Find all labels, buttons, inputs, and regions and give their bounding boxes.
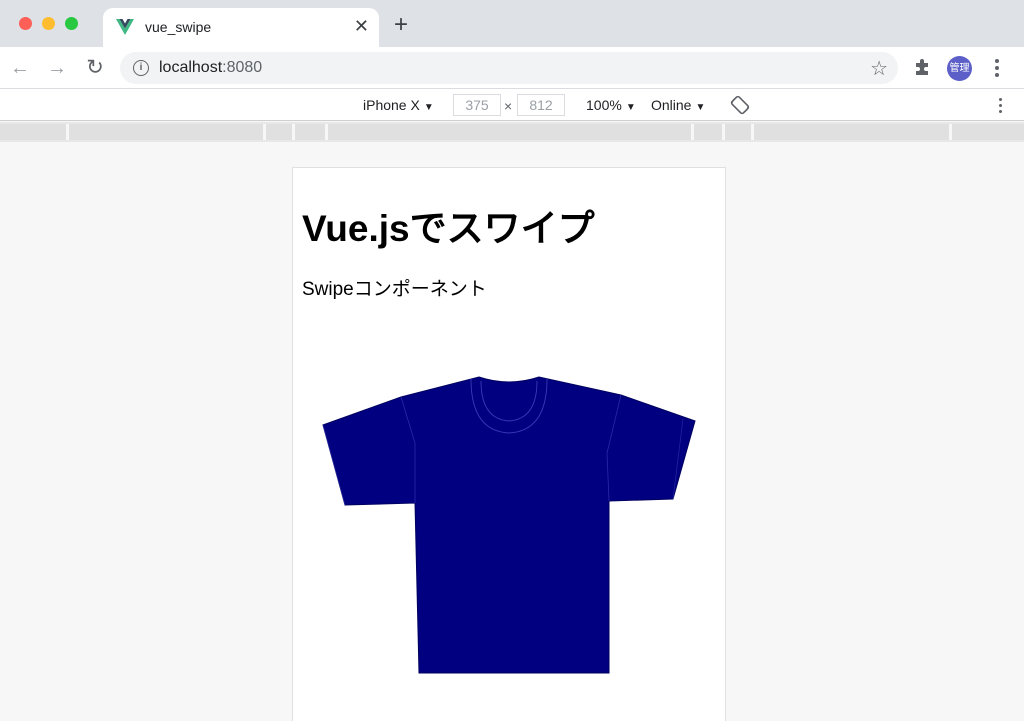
reload-icon[interactable]: ↻	[83, 56, 107, 80]
forward-arrow-icon[interactable]: →	[45, 56, 69, 80]
tshirt-image[interactable]	[321, 373, 697, 679]
page-title: Vue.jsでスワイプ	[302, 208, 595, 249]
tab-title: vue_swipe	[145, 19, 212, 35]
url-text[interactable]: localhost:8080	[159, 59, 262, 77]
close-icon[interactable]: ✕	[354, 17, 369, 35]
dimension-separator: ×	[504, 98, 513, 114]
tab-strip: vue_swipe ✕ +	[0, 0, 1024, 47]
width-input[interactable]: 375	[453, 94, 501, 116]
window-minimize-button[interactable]	[42, 17, 55, 30]
profile-avatar[interactable]: 管理	[947, 56, 972, 81]
plus-icon[interactable]: +	[394, 13, 408, 37]
media-query-segment[interactable]	[694, 124, 725, 140]
height-input[interactable]: 812	[517, 94, 565, 116]
network-select[interactable]: Online ▼	[651, 97, 705, 113]
media-query-segment[interactable]	[328, 124, 694, 140]
media-query-segment[interactable]	[754, 124, 952, 140]
info-icon[interactable]: i	[133, 60, 149, 76]
rotate-icon[interactable]	[730, 95, 750, 115]
window-maximize-button[interactable]	[65, 17, 78, 30]
device-viewport: Vue.jsでスワイプ Swipeコンポーネント	[292, 167, 726, 721]
media-query-segment[interactable]	[952, 124, 1024, 140]
device-toolbar: iPhone X ▼ 375 × 812 100% ▼ Online ▼	[0, 89, 1024, 121]
media-query-segment[interactable]	[725, 124, 754, 140]
browser-tab[interactable]: vue_swipe ✕	[103, 8, 379, 47]
media-query-segment[interactable]	[69, 124, 266, 140]
caret-down-icon: ▼	[625, 102, 636, 113]
puzzle-icon[interactable]	[913, 57, 933, 77]
address-bar[interactable]: i localhost:8080 ☆	[120, 52, 898, 84]
network-value: Online	[651, 97, 692, 113]
device-name: iPhone X	[363, 97, 420, 113]
media-query-segment[interactable]	[295, 124, 328, 140]
window-close-button[interactable]	[19, 17, 32, 30]
more-vert-icon[interactable]	[999, 97, 1003, 113]
zoom-select[interactable]: 100% ▼	[586, 97, 636, 113]
url-host: localhost	[159, 59, 223, 76]
caret-down-icon: ▼	[423, 102, 434, 113]
media-query-bar	[0, 122, 1024, 142]
vue-logo-icon	[116, 19, 134, 35]
page-subtitle: Swipeコンポーネント	[302, 279, 487, 300]
more-vert-icon[interactable]	[993, 56, 1001, 80]
caret-down-icon: ▼	[695, 102, 706, 113]
back-arrow-icon[interactable]: ←	[8, 56, 32, 80]
media-query-segment[interactable]	[0, 124, 69, 140]
zoom-value: 100%	[586, 97, 622, 113]
device-select[interactable]: iPhone X ▼	[363, 97, 434, 113]
url-port: :8080	[222, 59, 263, 76]
browser-toolbar: ← → ↻ i localhost:8080 ☆	[0, 47, 1024, 89]
media-query-segment[interactable]	[266, 124, 295, 140]
star-icon[interactable]: ☆	[870, 56, 888, 81]
